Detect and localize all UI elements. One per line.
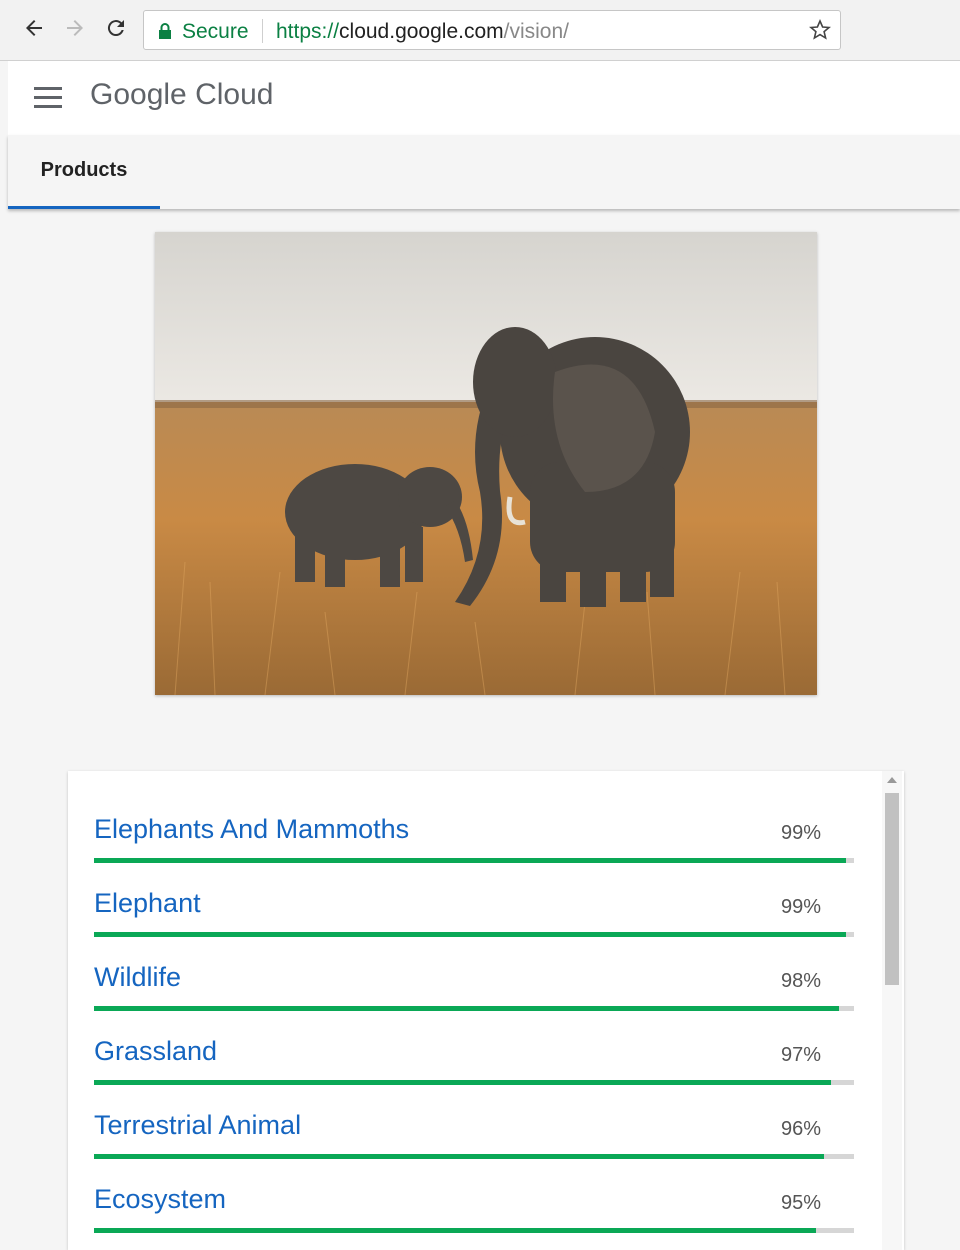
url-path: /vision/: [503, 20, 569, 43]
address-bar[interactable]: Secure https://cloud.google.com/vision/: [143, 10, 841, 50]
confidence-bar-fill: [94, 858, 847, 863]
label-score: 96%: [780, 1118, 821, 1140]
url-text[interactable]: https://cloud.google.com/vision/: [276, 20, 569, 44]
scroll-up-arrow-icon[interactable]: [887, 777, 897, 783]
label-row: Wildlife 98%: [94, 962, 854, 1036]
url-host: cloud.google.com: [339, 20, 504, 43]
confidence-bar: [94, 858, 854, 863]
nav-tabs: Products: [8, 135, 960, 209]
label-name[interactable]: Terrestrial Animal: [94, 1110, 301, 1141]
back-icon[interactable]: [20, 14, 48, 42]
label-score: 95%: [780, 1192, 821, 1214]
confidence-bar: [94, 932, 854, 937]
confidence-bar-fill: [94, 1080, 832, 1085]
site-header: Google Cloud: [8, 61, 960, 135]
browser-toolbar: Secure https://cloud.google.com/vision/: [0, 0, 960, 61]
confidence-bar: [94, 1080, 854, 1085]
confidence-bar-fill: [94, 1154, 824, 1159]
label-score: 99%: [780, 896, 821, 918]
analyzed-image: [155, 232, 817, 695]
label-row: Terrestrial Animal 96%: [94, 1110, 854, 1184]
label-results-panel: Elephants And Mammoths 99% Elephant 99% …: [68, 771, 904, 1250]
url-protocol: https://: [276, 20, 340, 43]
label-row: Elephant 99%: [94, 888, 854, 962]
label-score: 97%: [780, 1044, 821, 1066]
lock-icon: [158, 23, 172, 44]
results-scrollbar[interactable]: [882, 771, 902, 1250]
confidence-bar: [94, 1006, 854, 1011]
confidence-bar-fill: [94, 1006, 839, 1011]
label-row: Elephants And Mammoths 99%: [94, 814, 854, 888]
tab-products[interactable]: Products: [8, 135, 160, 209]
confidence-bar: [94, 1228, 854, 1233]
forward-icon[interactable]: [61, 14, 89, 42]
label-row: Ecosystem 95%: [94, 1184, 854, 1250]
label-name[interactable]: Grassland: [94, 1036, 217, 1067]
label-score: 99%: [780, 822, 821, 844]
label-row: Grassland 97%: [94, 1036, 854, 1110]
menu-icon[interactable]: [34, 87, 62, 109]
confidence-bar: [94, 1154, 854, 1159]
bookmark-star-icon[interactable]: [808, 18, 832, 47]
scroll-thumb[interactable]: [885, 793, 899, 985]
reload-icon[interactable]: [102, 14, 130, 42]
label-name[interactable]: Wildlife: [94, 962, 181, 993]
omnibox-divider: [262, 19, 263, 43]
secure-label: Secure: [182, 20, 249, 43]
label-score: 98%: [780, 970, 821, 992]
site-title[interactable]: Google Cloud: [90, 78, 273, 112]
label-name[interactable]: Ecosystem: [94, 1184, 226, 1215]
label-name[interactable]: Elephants And Mammoths: [94, 814, 409, 845]
confidence-bar-fill: [94, 932, 847, 937]
confidence-bar-fill: [94, 1228, 816, 1233]
label-name[interactable]: Elephant: [94, 888, 201, 919]
